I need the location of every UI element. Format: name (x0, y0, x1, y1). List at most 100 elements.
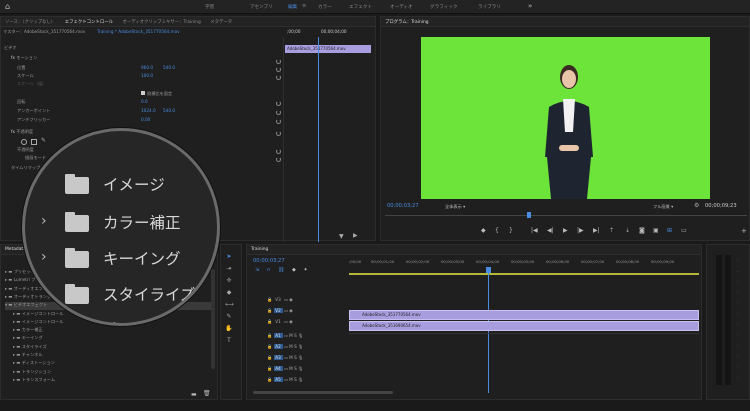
step-forward-icon[interactable]: |▶ (577, 227, 584, 234)
reset-rotation-icon[interactable] (276, 101, 281, 106)
workspace-effects[interactable]: エフェクト (349, 4, 372, 10)
list-item[interactable]: ▸ ▬ ブリセット (5, 269, 35, 277)
workspace-assembly[interactable]: アセンブリ (250, 4, 273, 10)
program-video-frame[interactable] (421, 37, 710, 199)
hand-tool-icon[interactable]: ✋ (225, 325, 233, 333)
more-workspaces-icon[interactable]: » (528, 2, 532, 10)
program-add-button-icon[interactable]: + (741, 227, 747, 235)
export-frame-camera-icon[interactable]: ◙ (639, 227, 645, 234)
go-to-in-icon[interactable]: |◀ (531, 227, 538, 234)
workspace-learn[interactable]: 学習 (205, 4, 214, 10)
list-item[interactable]: ▸ ▬ トランスフォーム (13, 377, 55, 385)
project-scrollbar[interactable] (211, 269, 215, 369)
ec-mini-clip[interactable]: AdobeStock_351770564.mov (285, 45, 371, 53)
list-item[interactable]: ▸ ▬ イメージコントロール (13, 319, 64, 327)
anchor-y-value[interactable]: 540.0 (163, 108, 175, 116)
workspace-audio[interactable]: オーディオ (390, 4, 413, 10)
anchor-x-value[interactable]: 1024.0 (141, 108, 156, 116)
reset-flicker-icon[interactable] (276, 119, 281, 124)
track-a4[interactable]: 🔒 A4 ▭ M S 🎙 (267, 366, 303, 372)
extract-icon[interactable]: ⇣ (625, 227, 630, 234)
track-select-icon[interactable]: ⇥ (225, 265, 233, 273)
position-x-value[interactable]: 960.0 (141, 65, 153, 73)
settings-wrench-icon[interactable]: ⚙ (694, 202, 699, 209)
timeline-ruler[interactable]: ;00;00 00;00;01;00 00;00;02;00 00;00;03;… (349, 259, 699, 271)
anti-flicker-value[interactable]: 0.00 (141, 117, 150, 125)
trim-icon[interactable]: ⊞ (667, 227, 672, 234)
scale-value[interactable]: 100.0 (141, 73, 153, 81)
track-a3[interactable]: 🔒 A3 ▭ M S 🎙 (267, 355, 303, 361)
lift-icon[interactable]: ⇡ (609, 227, 614, 234)
workspace-graphics[interactable]: グラフィック (430, 4, 457, 10)
track-a5[interactable]: 🔒 A5 ▭ M S 🎙 (267, 377, 303, 383)
mask-rect-icon[interactable] (31, 139, 37, 145)
tab-program[interactable]: プログラム：Training (381, 17, 433, 26)
timeline-settings-icon[interactable]: ✦ (303, 267, 307, 273)
linked-icon[interactable]: ⛓ (278, 267, 284, 273)
master-clip-label[interactable]: マスター：AdobeStock_351770564.mov (3, 29, 85, 37)
list-item[interactable]: ▸ ▬ ディストーション (13, 360, 55, 368)
reset-motion-icon[interactable] (276, 59, 281, 64)
filter-icon[interactable]: ▼ (339, 233, 344, 240)
list-item[interactable]: ▸ ▬ スタイライズ (13, 344, 47, 352)
program-timecode-current[interactable]: 00;00;03;27 (387, 203, 419, 209)
razor-icon[interactable]: ◆ (225, 289, 233, 297)
list-item[interactable]: ▸ ▬ イメージコントロール (13, 311, 64, 319)
pen-tool-icon[interactable]: ✎ (225, 313, 233, 321)
clip-v1[interactable]: AdobeStock_351690654.mov (349, 321, 699, 331)
home-icon[interactable]: ⌂ (5, 2, 10, 11)
fit-select[interactable]: 全体表示 ▾ (445, 204, 465, 210)
nest-icon[interactable]: ⇲ (255, 267, 259, 273)
step-back-icon[interactable]: ◀| (547, 227, 554, 234)
rotation-value[interactable]: 0.0 (141, 99, 148, 107)
clip-v2[interactable]: AdobeStock_351770564.mov (349, 310, 699, 320)
reset-anchor-icon[interactable] (276, 110, 281, 115)
track-v3[interactable]: 🔒 V3 ▭ ◉ (267, 297, 293, 303)
work-area-bar[interactable] (349, 273, 699, 275)
timeline-timecode[interactable]: 00;00;03;27 (253, 258, 285, 264)
mask-pen-icon[interactable]: ✎ (41, 137, 46, 144)
workspace-libraries[interactable]: ライブラリ (478, 4, 501, 10)
export-frame-icon[interactable]: ▶ (353, 232, 358, 239)
ec-playhead[interactable] (318, 37, 319, 242)
timeline-playhead-handle[interactable] (486, 267, 491, 273)
add-marker-icon[interactable]: ◆ (481, 227, 486, 234)
compare-icon[interactable]: ▣ (653, 227, 659, 234)
track-v2[interactable]: 🔒 V2 ▭ ◉ (267, 308, 293, 314)
reset-scale-icon[interactable] (276, 75, 281, 80)
time-remap-label[interactable]: タイムリマップ (11, 165, 40, 173)
delete-icon[interactable]: 🗑 (203, 390, 211, 397)
tab-effect-controls[interactable]: エフェクトコントロール (61, 17, 117, 26)
workspace-edit-menu-icon[interactable]: ≡ (302, 3, 306, 9)
motion-effect[interactable]: fx モーション (11, 55, 37, 63)
mark-in-icon[interactable]: { (495, 227, 499, 234)
program-scrubber[interactable] (385, 212, 747, 219)
tab-metadata[interactable]: メタデータ (206, 17, 236, 26)
marker-icon[interactable]: ◆ (292, 267, 296, 273)
opacity-effect[interactable]: fx 不透明度 (11, 129, 33, 137)
tab-source[interactable]: ソース：（クリップなし） (1, 17, 59, 26)
tab-training-sequence[interactable]: Training (247, 245, 272, 254)
type-tool-icon[interactable]: T (225, 337, 233, 345)
program-playhead[interactable] (527, 212, 531, 218)
uniform-scale-checkbox[interactable]: 縦横比を固定 (141, 91, 172, 99)
reset-blend-icon[interactable] (276, 157, 281, 162)
track-a1[interactable]: 🔒 A1 ▭ M S 🎙 (267, 333, 303, 339)
workspace-color[interactable]: カラー (318, 4, 332, 10)
vr-icon[interactable]: ▭ (681, 227, 687, 234)
track-a2[interactable]: 🔒 A2 ▭ M S 🎙 (267, 344, 303, 350)
mask-ellipse-icon[interactable] (21, 139, 27, 145)
workspace-edit[interactable]: 編集 (288, 4, 297, 10)
reset-opacity-value-icon[interactable] (276, 149, 281, 154)
ripple-edit-icon[interactable]: ✢ (225, 277, 233, 285)
sequence-clip-label[interactable]: Training * AdobeStock_351770564.mov (97, 29, 180, 37)
tab-audio-clip-mixer[interactable]: オーディオクリップミキサー：Training (118, 17, 204, 26)
position-y-value[interactable]: 540.0 (163, 65, 175, 73)
selection-tool-icon[interactable]: ➤ (225, 253, 233, 261)
list-item[interactable]: ▸ ▬ トランジション (13, 369, 51, 377)
timeline-scrollbar[interactable] (253, 391, 393, 394)
play-icon[interactable]: ▶ (563, 227, 568, 234)
new-bin-icon[interactable]: ▬ (191, 391, 197, 398)
list-item[interactable]: ▸ ▬ キーイング (13, 335, 43, 343)
reset-position-icon[interactable] (276, 67, 281, 72)
